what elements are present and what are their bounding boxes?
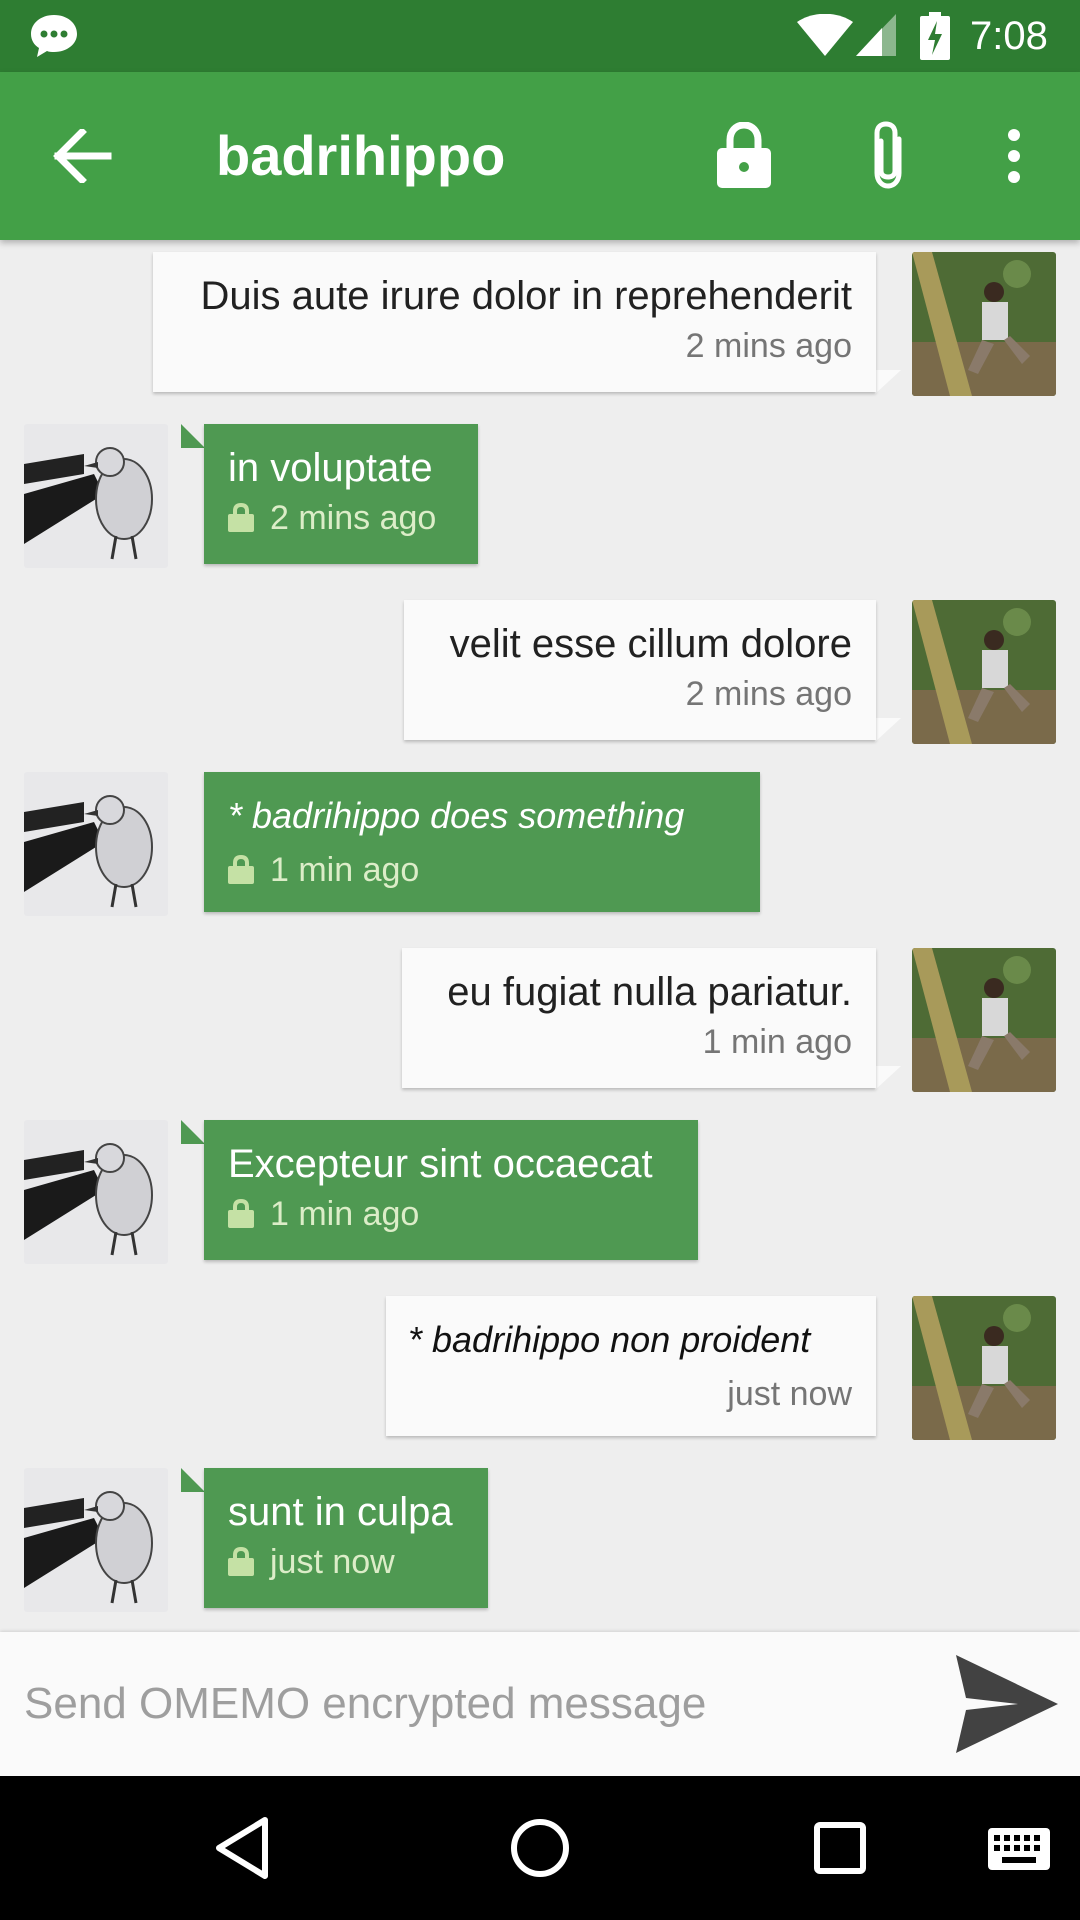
bubble-tail	[181, 1468, 205, 1492]
avatar[interactable]	[24, 424, 168, 568]
message-meta: 1 min ago	[228, 1194, 674, 1234]
message-time: 1 min ago	[270, 851, 420, 889]
message-bubble[interactable]: Duis aute irure dolor in reprehenderit 2…	[153, 252, 876, 392]
avatar[interactable]	[912, 948, 1056, 1092]
avatar[interactable]	[24, 772, 168, 916]
status-bar: 7:08	[0, 0, 1080, 72]
nav-home-icon[interactable]	[510, 1818, 570, 1878]
message-bubble[interactable]: Excepteur sint occaecat 1 min ago	[204, 1120, 698, 1260]
avatar[interactable]	[912, 1296, 1056, 1440]
message-text: * badrihippo non proident	[408, 1319, 811, 1360]
message-text: Duis aute irure dolor in reprehenderit	[200, 274, 852, 318]
more-vert-icon[interactable]	[1002, 129, 1026, 183]
chat-app-icon	[31, 15, 77, 57]
avatar[interactable]	[912, 252, 1056, 396]
message-text: * badrihippo does something	[228, 795, 685, 836]
message-time: 2 mins ago	[685, 327, 852, 365]
message-text: sunt in culpa	[228, 1490, 453, 1534]
message-row: * badrihippo does something 1 min ago	[0, 760, 1080, 920]
message-row: in voluptate 2 mins ago	[0, 412, 1080, 572]
lock-icon	[228, 854, 254, 884]
conversation-title[interactable]: badrihippo	[216, 124, 505, 188]
message-input[interactable]	[24, 1672, 924, 1736]
message-meta: 2 mins ago	[228, 498, 454, 538]
message-bubble[interactable]: eu fugiat nulla pariatur. 1 min ago	[402, 948, 876, 1088]
message-list[interactable]: Duis aute irure dolor in reprehenderit 2…	[0, 240, 1080, 1632]
message-row: eu fugiat nulla pariatur. 1 min ago	[0, 936, 1080, 1096]
system-nav-bar	[0, 1776, 1080, 1920]
message-row: * badrihippo non proident just now	[0, 1284, 1080, 1444]
message-row: velit esse cillum dolore 2 mins ago	[0, 588, 1080, 748]
message-meta: just now	[228, 1542, 464, 1582]
lock-icon[interactable]	[717, 122, 771, 188]
message-time: 1 min ago	[702, 1023, 852, 1061]
lock-icon	[228, 502, 254, 532]
message-row: sunt in culpa just now	[0, 1456, 1080, 1616]
app-bar: badrihippo	[0, 72, 1080, 240]
message-text: eu fugiat nulla pariatur.	[447, 970, 852, 1014]
message-text: Excepteur sint occaecat	[228, 1142, 653, 1186]
bubble-tail	[181, 424, 205, 448]
signal-icon	[856, 14, 896, 56]
status-time: 7:08	[970, 14, 1048, 58]
send-icon[interactable]	[956, 1655, 1058, 1753]
bubble-tail	[875, 1066, 901, 1090]
message-time: just now	[727, 1375, 852, 1413]
avatar[interactable]	[912, 600, 1056, 744]
battery-charging-icon	[920, 12, 950, 60]
message-meta: 1 min ago	[228, 850, 736, 890]
message-row: Excepteur sint occaecat 1 min ago	[0, 1108, 1080, 1268]
avatar[interactable]	[24, 1468, 168, 1612]
keyboard-icon[interactable]	[988, 1828, 1050, 1870]
avatar[interactable]	[24, 1120, 168, 1264]
message-time: 2 mins ago	[685, 675, 852, 713]
bubble-tail	[875, 370, 901, 394]
message-time: 1 min ago	[270, 1195, 420, 1233]
message-bubble[interactable]: in voluptate 2 mins ago	[204, 424, 478, 564]
message-time: 2 mins ago	[270, 499, 437, 537]
nav-recents-icon[interactable]	[814, 1822, 866, 1874]
bubble-tail	[181, 1120, 205, 1144]
message-bubble[interactable]: * badrihippo does something 1 min ago	[204, 772, 760, 912]
bubble-tail	[875, 718, 901, 742]
message-text: in voluptate	[228, 446, 433, 490]
message-row: Duis aute irure dolor in reprehenderit 2…	[0, 240, 1080, 400]
wifi-icon	[797, 14, 853, 56]
back-arrow-icon[interactable]	[52, 129, 112, 183]
lock-icon	[228, 1198, 254, 1228]
nav-back-icon[interactable]	[213, 1816, 271, 1880]
attach-icon[interactable]	[866, 119, 912, 193]
message-text: velit esse cillum dolore	[449, 622, 852, 666]
message-bubble[interactable]: velit esse cillum dolore 2 mins ago	[404, 600, 876, 740]
message-bubble[interactable]: * badrihippo non proident just now	[386, 1296, 876, 1436]
message-bubble[interactable]: sunt in culpa just now	[204, 1468, 488, 1608]
lock-icon	[228, 1546, 254, 1576]
message-time: just now	[270, 1543, 395, 1581]
message-composer	[0, 1632, 1080, 1776]
